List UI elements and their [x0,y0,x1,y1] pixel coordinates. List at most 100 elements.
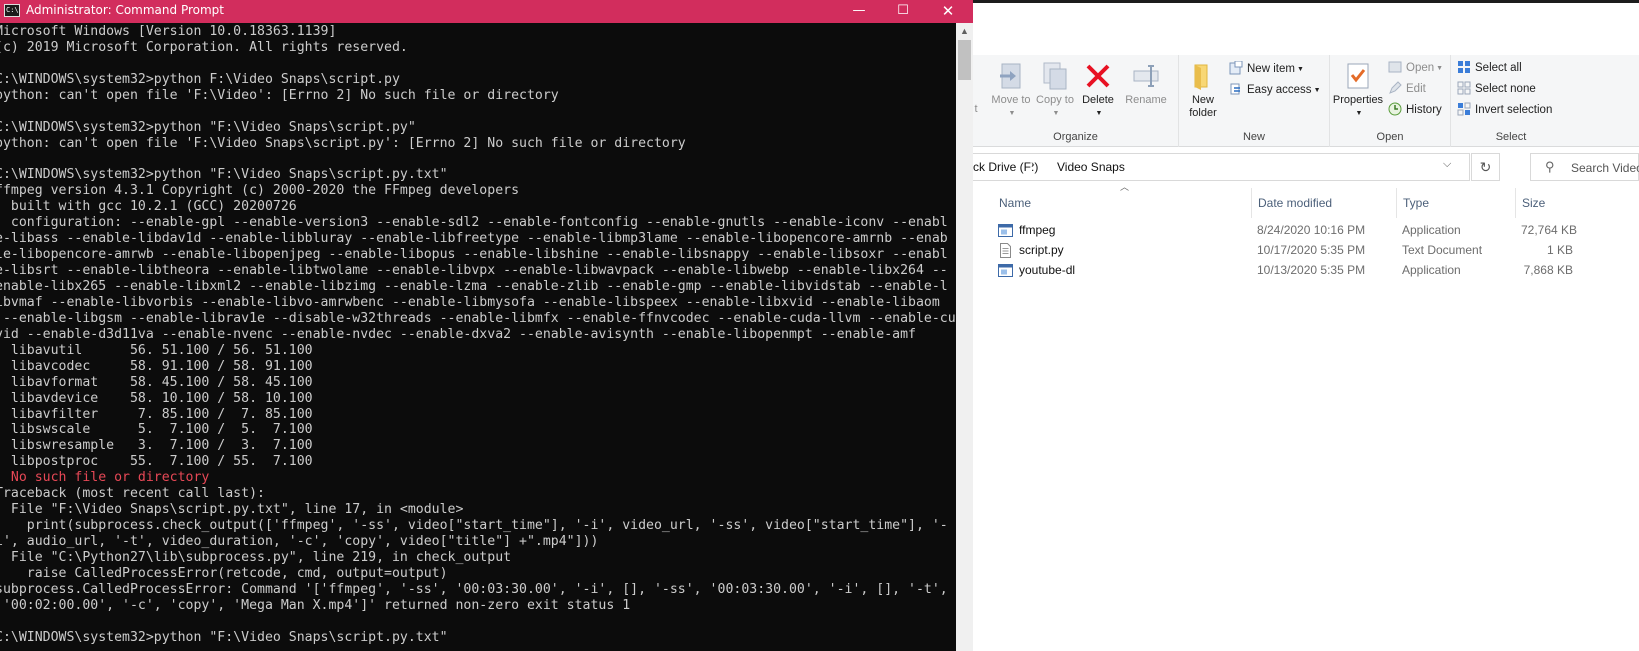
cmd-titlebar[interactable]: C:\ Administrator: Command Prompt — ☐ ✕ [0,0,973,23]
open-icon [1388,61,1402,73]
minimize-button[interactable]: — [836,0,882,23]
breadcrumb-drive[interactable]: ck Drive (F:) [973,160,1038,174]
invert-selection-label: Invert selection [1475,104,1553,116]
file-size: 72,764 KB [1521,223,1578,237]
history-clock-icon [1388,102,1402,116]
copy-to-label: Copy to [1036,94,1074,106]
history-button[interactable]: History [1388,101,1442,119]
console-line: File "C:\Python27\lib\subprocess.py", li… [0,549,512,565]
select-all-icon [1458,61,1470,73]
file-name: ffmpeg [1019,223,1056,237]
history-label: History [1406,104,1442,116]
delete-label: Delete [1082,94,1114,106]
column-headers: Name Date modified Type Size [973,188,1639,218]
select-none-icon [1457,81,1471,95]
new-item-icon [1229,61,1243,75]
copy-to-button[interactable]: Copy to ▼ [1031,61,1079,120]
edit-pencil-icon [1389,81,1402,94]
console-line: enable-libx265 --enable-libxml2 --enable… [0,279,948,294]
rename-button[interactable]: Rename [1121,61,1171,107]
console-line: i', audio_url, '-t', video_duration, '-c… [0,534,599,549]
command-prompt-window: C:\ Administrator: Command Prompt — ☐ ✕ … [0,0,973,651]
file-date: 8/24/2020 10:16 PM [1257,223,1366,237]
ribbon-group-new: New folder New item ▼ Easy access ▼ New [1179,55,1330,147]
console-line: e-libass --enable-libdav1d --enable-libb… [0,231,948,247]
copy-to-icon [1043,62,1067,90]
ribbon-group-open: Properties ▼ Open ▼ Edit History Open [1330,55,1451,147]
console-line: python: can't open file 'F:\Video Snaps\… [0,135,686,151]
console-line: libavdevice 58. 10.100 / 58. 10.100 [0,390,313,406]
scroll-up-arrow-icon[interactable]: ▲ [956,23,973,40]
console-line: Traceback (most recent call last): [0,486,265,502]
column-header-size[interactable]: Size [1516,188,1639,218]
delete-x-icon [1086,64,1110,88]
console-line: C:\WINDOWS\system32>python F:\Video Snap… [0,71,400,87]
column-header-type[interactable]: Type [1397,188,1516,218]
select-group-label: Select [1495,131,1527,143]
console-line: libswscale 5. 7.100 / 5. 7.100 [0,422,313,438]
console-line: libpostproc 55. 7.100 / 55. 7.100 [0,454,313,470]
select-none-label: Select none [1475,83,1536,95]
column-header-date-modified[interactable]: Date modified [1252,188,1397,218]
console-area[interactable]: Microsoft Windows [Version 10.0.18363.11… [0,23,956,651]
cut-button-partial[interactable]: t [971,103,981,116]
console-line: ibvmaf --enable-libvorbis --enable-libvo… [0,294,940,310]
search-box[interactable]: ⚲ Search Video [1530,153,1639,181]
address-dropdown-chevron-icon[interactable]: ⌵ [1443,158,1451,171]
file-date: 10/17/2020 5:35 PM [1257,243,1366,257]
file-type: Text Document [1402,243,1483,257]
console-line: (c) 2019 Microsoft Corporation. All righ… [0,39,408,55]
console-line: Microsoft Windows [Version 10.0.18363.11… [0,24,337,39]
new-item-button[interactable]: New item ▼ [1229,60,1304,78]
text-document-icon [998,243,1013,258]
scroll-thumb[interactable] [958,40,971,80]
console-line: C:\WINDOWS\system32>python "F:\Video Sna… [0,629,448,645]
console-line: libavfilter 7. 85.100 / 7. 85.100 [0,406,313,422]
console-scrollbar[interactable]: ▲ [956,23,973,651]
console-line: libavformat 58. 45.100 / 58. 45.100 [0,374,313,390]
console-line: File "F:\Video Snaps\script.py.txt", lin… [0,502,464,518]
rename-icon [1133,65,1159,87]
refresh-icon: ↻ [1479,159,1492,175]
edit-button[interactable]: Edit [1388,80,1426,98]
console-line: C:\WINDOWS\system32>python "F:\Video Sna… [0,119,416,135]
close-button[interactable]: ✕ [925,0,971,23]
refresh-button[interactable]: ↻ [1471,153,1500,181]
invert-selection-icon [1457,102,1471,116]
maximize-button[interactable]: ☐ [880,0,926,23]
properties-button[interactable]: Properties ▼ [1330,61,1386,120]
properties-label: Properties [1332,94,1384,106]
console-output: Microsoft Windows [Version 10.0.18363.11… [0,24,956,646]
edit-label: Edit [1406,83,1426,95]
file-row-ffmpeg[interactable]: ffmpeg 8/24/2020 10:16 PM Application 72… [973,221,1639,241]
console-line: libavutil 56. 51.100 / 56. 51.100 [0,342,313,358]
open-button[interactable]: Open ▼ [1388,59,1443,77]
file-name: youtube-dl [1019,263,1076,277]
address-bar[interactable]: ck Drive (F:) › Video Snaps ⌵ [973,153,1470,181]
easy-access-button[interactable]: Easy access ▼ [1229,81,1321,99]
ribbon-group-organize: t Move to ▼ Copy to ▼ Delete ▼ Rename Organ… [973,55,1179,147]
file-row-script-py[interactable]: script.py 10/17/2020 5:35 PM Text Docume… [973,241,1639,261]
select-all-label: Select all [1475,62,1522,74]
new-folder-button[interactable]: New folder [1181,61,1225,120]
select-all-button[interactable]: Select all [1457,59,1522,77]
select-none-button[interactable]: Select none [1457,80,1536,98]
move-to-button[interactable]: Move to ▼ [987,61,1035,120]
invert-selection-button[interactable]: Invert selection [1457,101,1552,119]
application-icon [998,263,1013,278]
console-line: libswresample 3. 7.100 / 3. 7.100 [0,438,313,454]
console-line: python: can't open file 'F:\Video': [Err… [0,87,559,103]
delete-button[interactable]: Delete ▼ [1075,61,1121,120]
breadcrumb-folder[interactable]: Video Snaps [1057,160,1125,174]
easy-access-icon [1230,83,1240,95]
move-to-label: Move to [991,94,1031,106]
file-type: Application [1402,223,1461,237]
file-row-youtube-dl[interactable]: youtube-dl 10/13/2020 5:35 PM Applicatio… [973,261,1639,281]
breadcrumb-chevron-icon[interactable]: › [1031,159,1035,171]
console-line: libavcodec 58. 91.100 / 58. 91.100 [0,358,313,374]
column-header-name[interactable]: Name [973,188,1252,218]
